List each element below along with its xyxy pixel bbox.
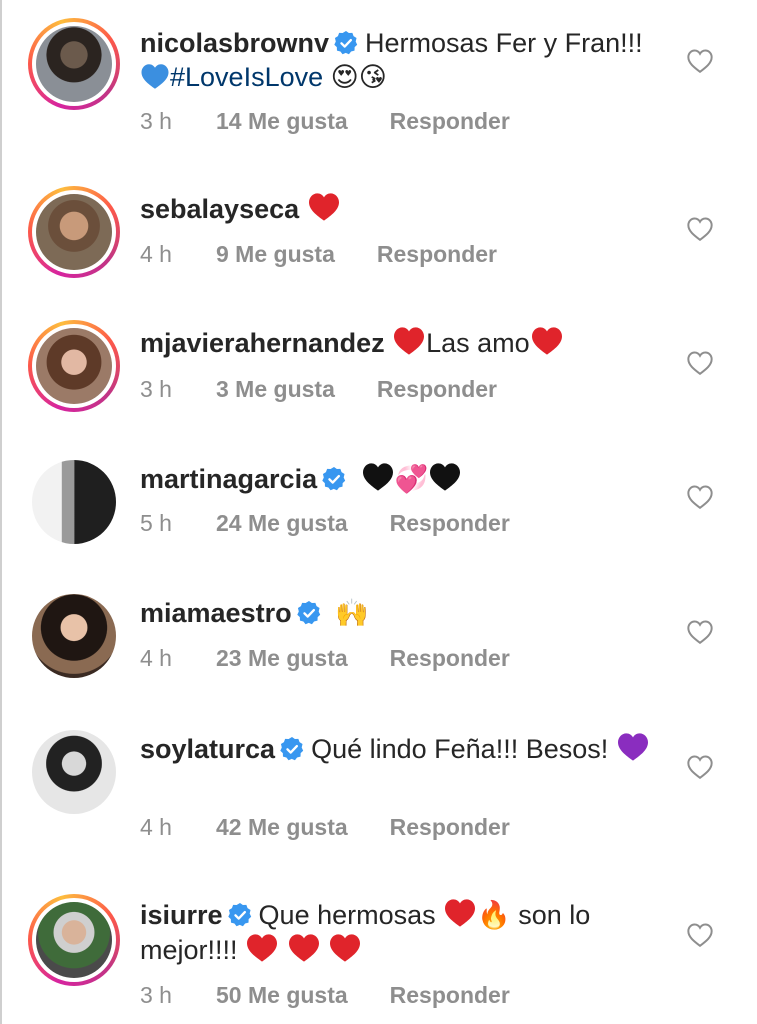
reply-button[interactable]: Responder: [390, 510, 510, 536]
likes-count[interactable]: 14 Me gusta: [216, 108, 348, 135]
avatar[interactable]: [28, 18, 120, 110]
timestamp: 4 h: [140, 241, 172, 267]
timestamp: 3 h: [140, 982, 172, 1008]
heart-outline-icon[interactable]: [686, 350, 714, 376]
avatar[interactable]: [28, 320, 120, 412]
comment-meta: 4 h 9 Me gusta Responder: [140, 241, 497, 268]
reply-button[interactable]: Responder: [390, 982, 510, 1008]
username[interactable]: miamaestro: [140, 598, 292, 628]
likes-count[interactable]: 9 Me gusta: [216, 241, 335, 268]
comment-meta: 4 h 42 Me gusta Responder: [140, 814, 510, 841]
reply-button[interactable]: Responder: [390, 645, 510, 671]
comment-meta: 5 h 24 Me gusta Responder: [140, 510, 510, 537]
verified-badge-icon: [227, 902, 253, 928]
avatar[interactable]: [28, 726, 120, 818]
red-heart-icon: [307, 192, 341, 222]
heart-outline-icon[interactable]: [686, 48, 714, 74]
comment-text: miamaestro 🙌: [140, 596, 675, 631]
timestamp: 3 h: [140, 376, 172, 402]
verified-badge-icon: [296, 600, 322, 626]
comment-body: Hermosas Fer y Fran!!!: [365, 28, 643, 58]
red-heart-icon: [530, 326, 564, 356]
hashtag-link[interactable]: #LoveIsLove: [170, 62, 323, 92]
username[interactable]: sebalayseca: [140, 194, 299, 224]
comment-text: mjavierahernandez Las amo: [140, 326, 675, 360]
red-heart-icon: [287, 933, 321, 963]
likes-count[interactable]: 24 Me gusta: [216, 510, 348, 537]
verified-badge-icon: [333, 30, 359, 56]
red-heart-icon: [392, 326, 426, 356]
red-heart-icon: [443, 898, 477, 928]
likes-count[interactable]: 50 Me gusta: [216, 982, 348, 1009]
black-heart-icon: [361, 462, 395, 492]
comment-text: sebalayseca: [140, 192, 675, 226]
heart-eyes-emoji-icon: 😍: [330, 62, 359, 93]
username[interactable]: mjavierahernandez: [140, 328, 385, 358]
comment-meta: 3 h 3 Me gusta Responder: [140, 376, 497, 403]
heart-outline-icon[interactable]: [686, 484, 714, 510]
timestamp: 4 h: [140, 645, 172, 671]
comment-body: Las amo: [426, 328, 530, 358]
avatar[interactable]: [28, 456, 120, 548]
heart-outline-icon[interactable]: [686, 754, 714, 780]
comment-meta: 3 h 14 Me gusta Responder: [140, 108, 510, 135]
likes-count[interactable]: 3 Me gusta: [216, 376, 335, 403]
comment-body: Que hermosas: [258, 900, 444, 930]
revolving-hearts-emoji-icon: 💞: [394, 464, 429, 495]
likes-count[interactable]: 42 Me gusta: [216, 814, 348, 841]
comment-meta: 3 h 50 Me gusta Responder: [140, 982, 510, 1009]
username[interactable]: isiurre: [140, 900, 223, 930]
raising-hands-emoji-icon: 🙌: [335, 598, 369, 629]
blue-heart-icon: [140, 63, 170, 90]
avatar[interactable]: [28, 186, 120, 278]
verified-badge-icon: [321, 466, 347, 492]
red-heart-icon: [328, 933, 362, 963]
heart-outline-icon[interactable]: [686, 619, 714, 645]
comments-list: nicolasbrownv Hermosas Fer y Fran!!! #Lov…: [0, 0, 757, 1024]
heart-outline-icon[interactable]: [686, 922, 714, 948]
comment-text: nicolasbrownv Hermosas Fer y Fran!!! #Lov…: [140, 26, 675, 95]
purple-heart-icon: [616, 732, 650, 762]
reply-button[interactable]: Responder: [390, 814, 510, 840]
reply-button[interactable]: Responder: [377, 376, 497, 402]
avatar[interactable]: [28, 894, 120, 986]
comment-body: Qué lindo Feña!!! Besos!: [311, 734, 609, 764]
likes-count[interactable]: 23 Me gusta: [216, 645, 348, 672]
kissing-face-emoji-icon: 😘: [358, 62, 387, 93]
comment-text: martinagarcia 💞: [140, 462, 675, 497]
red-heart-icon: [245, 933, 279, 963]
reply-button[interactable]: Responder: [390, 108, 510, 134]
username[interactable]: martinagarcia: [140, 464, 317, 494]
heart-outline-icon[interactable]: [686, 216, 714, 242]
timestamp: 4 h: [140, 814, 172, 840]
timestamp: 5 h: [140, 510, 172, 536]
username[interactable]: nicolasbrownv: [140, 28, 329, 58]
comment-meta: 4 h 23 Me gusta Responder: [140, 645, 510, 672]
avatar[interactable]: [28, 590, 120, 682]
comment-text: isiurre Que hermosas 🔥 son lo mejor!!!!: [140, 898, 675, 967]
black-heart-icon: [428, 462, 462, 492]
reply-button[interactable]: Responder: [377, 241, 497, 267]
fire-emoji-icon: 🔥: [477, 900, 511, 931]
comment-text: soylaturca Qué lindo Feña!!! Besos!: [140, 732, 675, 766]
timestamp: 3 h: [140, 108, 172, 134]
verified-badge-icon: [279, 736, 305, 762]
username[interactable]: soylaturca: [140, 734, 275, 764]
